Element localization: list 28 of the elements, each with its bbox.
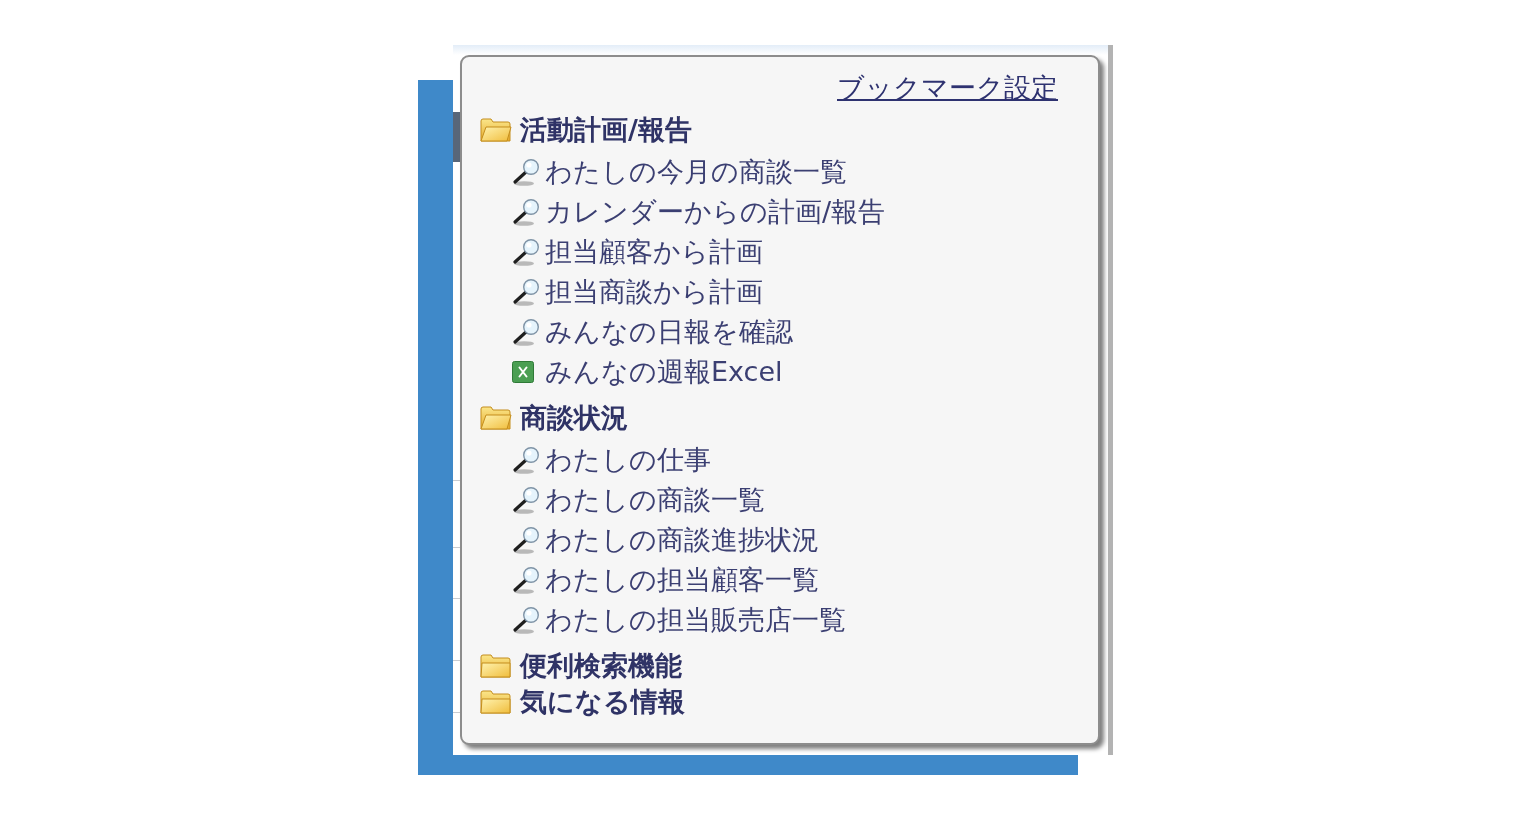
search-icon (512, 198, 540, 226)
search-icon (512, 318, 540, 346)
folder-item[interactable]: 商談状況 (480, 400, 628, 436)
menu-item[interactable]: みんなの日報を確認 (512, 312, 793, 352)
spreadsheet-icon (512, 361, 534, 383)
menu-item[interactable]: 担当顧客から計画 (512, 232, 763, 272)
search-icon (512, 238, 540, 266)
menu-item[interactable]: わたしの担当顧客一覧 (512, 560, 819, 600)
search-icon (512, 446, 540, 474)
search-icon (512, 278, 540, 306)
menu-item[interactable]: カレンダーからの計画/報告 (512, 192, 886, 232)
search-icon (512, 606, 540, 634)
menu-item[interactable]: わたしの仕事 (512, 440, 711, 480)
search-icon (512, 486, 540, 514)
search-icon (512, 158, 540, 186)
menu-item[interactable]: わたしの今月の商談一覧 (512, 152, 847, 192)
folder-item[interactable]: 活動計画/報告 (480, 112, 692, 148)
folder-item[interactable]: 便利検索機能 (480, 648, 682, 684)
menu-item[interactable]: みんなの週報Excel (512, 352, 783, 392)
menu-item[interactable]: わたしの商談進捗状況 (512, 520, 819, 560)
bookmark-settings-link[interactable]: ブックマーク設定 (837, 68, 1058, 108)
menu-item[interactable]: わたしの商談一覧 (512, 480, 765, 520)
search-icon (512, 526, 540, 554)
header-bar-edge (453, 112, 460, 162)
folder-item[interactable]: 気になる情報 (480, 684, 685, 720)
search-icon (512, 566, 540, 594)
menu-item[interactable]: わたしの担当販売店一覧 (512, 600, 846, 640)
menu-item[interactable]: 担当商談から計画 (512, 272, 763, 312)
